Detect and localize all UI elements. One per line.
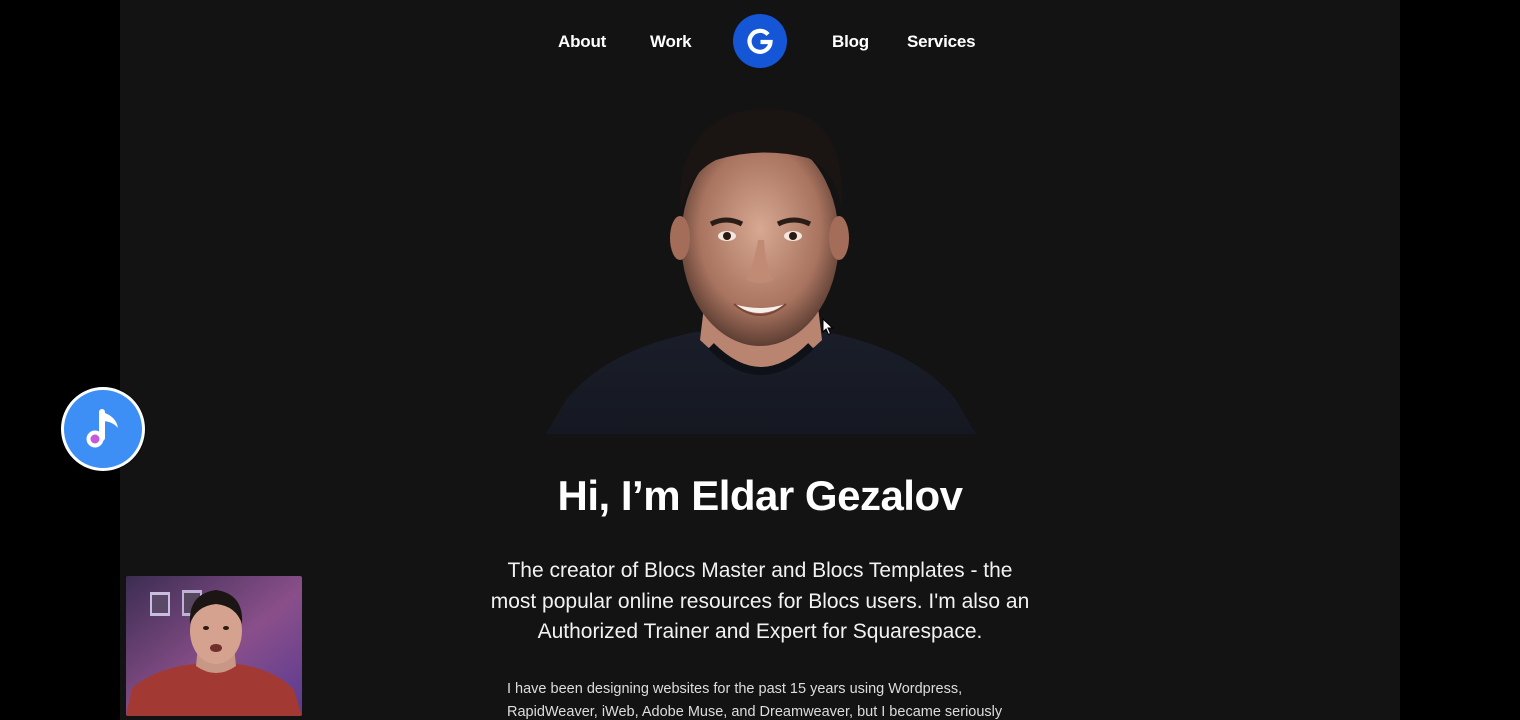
music-app-badge[interactable] [61, 387, 145, 471]
main-nav: About Work Blog Services [120, 14, 1400, 70]
profile-photo [546, 109, 976, 434]
music-note-icon [86, 409, 118, 448]
mouse-cursor-icon [822, 318, 834, 336]
hero-subtitle: The creator of Blocs Master and Blocs Te… [490, 559, 1030, 643]
hero-title: Hi, I’m Eldar Gezalov [557, 472, 963, 519]
website-page: About Work Blog Services Hi, I’m Eldar G… [120, 0, 1400, 720]
nav-link-services[interactable]: Services [907, 32, 976, 52]
webcam-overlay [126, 576, 302, 716]
nav-link-blog[interactable]: Blog [832, 32, 869, 52]
about-paragraph: I have been designing websites for the p… [507, 681, 1003, 720]
nav-link-work[interactable]: Work [650, 32, 692, 52]
g-logo-icon [747, 28, 773, 54]
nav-link-about[interactable]: About [558, 32, 606, 52]
site-logo[interactable] [733, 14, 787, 68]
